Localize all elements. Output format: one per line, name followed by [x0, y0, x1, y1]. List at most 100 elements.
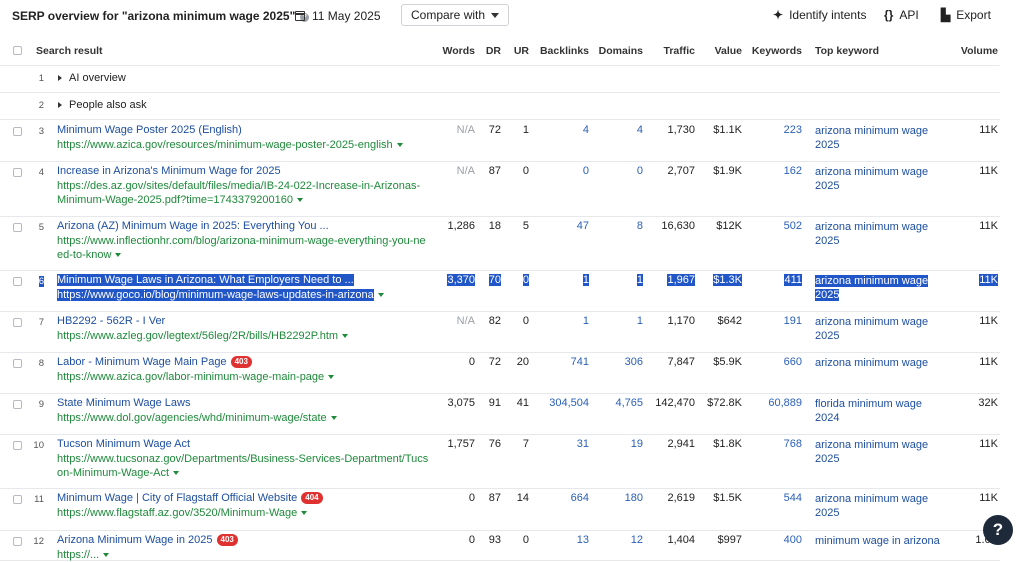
url-dropdown-icon[interactable] — [328, 375, 335, 379]
keywords-value[interactable]: 223 — [748, 124, 802, 136]
col-value[interactable]: Value — [700, 45, 742, 57]
expand-triangle-icon[interactable] — [58, 102, 62, 108]
result-url-link[interactable]: https://www.azica.gov/resources/minimum-… — [57, 138, 429, 152]
keywords-value[interactable]: 544 — [748, 492, 802, 504]
result-url-link[interactable]: https://des.az.gov/sites/default/files/m… — [57, 179, 429, 207]
domains-value[interactable]: 12 — [595, 534, 643, 546]
expand-triangle-icon[interactable] — [58, 75, 62, 81]
url-dropdown-icon[interactable] — [330, 416, 337, 420]
serp-feature-row[interactable]: 1 AI overview — [0, 65, 1000, 93]
result-title-link[interactable]: Arizona (AZ) Minimum Wage in 2025: Every… — [57, 220, 329, 232]
domains-value[interactable]: 180 — [595, 492, 643, 504]
select-all-checkbox[interactable] — [13, 46, 22, 55]
domains-value[interactable]: 4 — [595, 124, 643, 136]
row-checkbox[interactable] — [13, 400, 22, 409]
table-row[interactable]: 3 Minimum Wage Poster 2025 (English) https… — [0, 120, 1000, 162]
domains-value[interactable]: 1 — [595, 315, 643, 327]
col-dr[interactable]: DR — [480, 45, 501, 57]
backlinks-value[interactable]: 1 — [535, 315, 589, 327]
top-keyword-link[interactable]: arizona minimum wage — [815, 356, 940, 370]
keywords-value[interactable]: 191 — [748, 315, 802, 327]
api-button[interactable]: {} API — [884, 8, 919, 22]
row-checkbox[interactable] — [13, 127, 22, 136]
table-row[interactable]: 10 Tucson Minimum Wage Act https://www.tuc… — [0, 434, 1000, 489]
compare-with-button[interactable]: Compare with — [401, 4, 510, 26]
result-url-link[interactable]: https://www.azleg.gov/legtext/56leg/2R/b… — [57, 329, 429, 343]
domains-value[interactable]: 19 — [595, 438, 643, 450]
row-checkbox[interactable] — [13, 277, 22, 286]
result-title-link[interactable]: State Minimum Wage Laws — [57, 397, 190, 409]
result-url-link[interactable]: https://www.goco.io/blog/minimum-wage-la… — [57, 288, 429, 302]
domains-value[interactable]: 1 — [595, 274, 643, 286]
result-url-link[interactable]: https://www.dol.gov/agencies/whd/minimum… — [57, 411, 429, 425]
result-title-link[interactable]: Arizona Minimum Wage in 2025 403 — [57, 534, 238, 546]
keywords-value[interactable]: 502 — [748, 220, 802, 232]
backlinks-value[interactable]: 31 — [535, 438, 589, 450]
url-dropdown-icon[interactable] — [396, 143, 403, 147]
col-keywords[interactable]: Keywords — [748, 45, 802, 57]
row-checkbox[interactable] — [13, 495, 22, 504]
result-url-link[interactable]: https://www.tucsonaz.gov/Departments/Bus… — [57, 452, 429, 480]
result-title-link[interactable]: Minimum Wage Poster 2025 (English) — [57, 124, 242, 136]
result-url-link[interactable]: https://www.azica.gov/labor-minimum-wage… — [57, 370, 429, 384]
keywords-value[interactable]: 162 — [748, 165, 802, 177]
backlinks-value[interactable]: 47 — [535, 220, 589, 232]
top-keyword-link[interactable]: minimum wage in arizona — [815, 534, 940, 548]
col-search-result[interactable]: Search result — [36, 45, 103, 57]
table-row[interactable]: 6 Minimum Wage Laws in Arizona: What Empl… — [0, 270, 1000, 312]
backlinks-value[interactable]: 13 — [535, 534, 589, 546]
help-chat-button[interactable]: ? — [983, 515, 1013, 545]
result-title-link[interactable]: Tucson Minimum Wage Act — [57, 438, 190, 450]
row-checkbox[interactable] — [13, 537, 22, 546]
top-keyword-link[interactable]: arizona minimum wage 2025 — [815, 315, 940, 343]
top-keyword-link[interactable]: arizona minimum wage 2025 — [815, 274, 940, 302]
backlinks-value[interactable]: 1 — [535, 274, 589, 286]
top-keyword-link[interactable]: arizona minimum wage 2025 — [815, 492, 940, 520]
url-dropdown-icon[interactable] — [173, 471, 180, 475]
backlinks-value[interactable]: 4 — [535, 124, 589, 136]
row-checkbox[interactable] — [13, 223, 22, 232]
table-row[interactable]: 7 HB2292 - 562R - I Ver https://www.azleg.… — [0, 311, 1000, 353]
keywords-value[interactable]: 60,889 — [748, 397, 802, 409]
col-ur[interactable]: UR — [505, 45, 529, 57]
domains-value[interactable]: 306 — [595, 356, 643, 368]
backlinks-value[interactable]: 664 — [535, 492, 589, 504]
result-title-link[interactable]: Minimum Wage Laws in Arizona: What Emplo… — [57, 274, 354, 286]
table-row[interactable]: 12 Arizona Minimum Wage in 2025 403 https:/… — [0, 530, 1000, 561]
top-keyword-link[interactable]: florida minimum wage 2024 — [815, 397, 940, 425]
url-dropdown-icon[interactable] — [301, 511, 308, 515]
top-keyword-link[interactable]: arizona minimum wage 2025 — [815, 165, 940, 193]
top-keyword-link[interactable]: arizona minimum wage 2025 — [815, 124, 940, 152]
table-row[interactable]: 9 State Minimum Wage Laws https://www.dol.… — [0, 393, 1000, 435]
table-row[interactable]: 11 Minimum Wage | City of Flagstaff Offic… — [0, 488, 1000, 531]
row-checkbox[interactable] — [13, 441, 22, 450]
col-words[interactable]: Words — [420, 45, 475, 57]
keywords-value[interactable]: 768 — [748, 438, 802, 450]
col-volume[interactable]: Volume — [950, 45, 998, 57]
result-title-link[interactable]: Labor - Minimum Wage Main Page 403 — [57, 356, 252, 368]
col-top-keyword[interactable]: Top keyword — [815, 45, 879, 57]
col-traffic[interactable]: Traffic — [650, 45, 695, 57]
top-keyword-link[interactable]: arizona minimum wage 2025 — [815, 438, 940, 466]
table-row[interactable]: 4 Increase in Arizona's Minimum Wage for … — [0, 161, 1000, 217]
keywords-value[interactable]: 400 — [748, 534, 802, 546]
url-dropdown-icon[interactable] — [103, 553, 110, 557]
domains-value[interactable]: 0 — [595, 165, 643, 177]
col-backlinks[interactable]: Backlinks — [535, 45, 589, 57]
url-dropdown-icon[interactable] — [342, 334, 349, 338]
date-picker[interactable]: 11 May 2025 — [295, 9, 381, 23]
backlinks-value[interactable]: 741 — [535, 356, 589, 368]
row-checkbox[interactable] — [13, 359, 22, 368]
keywords-value[interactable]: 660 — [748, 356, 802, 368]
result-title-link[interactable]: HB2292 - 562R - I Ver — [57, 315, 165, 327]
row-checkbox[interactable] — [13, 168, 22, 177]
result-url-link[interactable]: https://www.inflectionhr.com/blog/arizon… — [57, 234, 429, 262]
table-row[interactable]: 5 Arizona (AZ) Minimum Wage in 2025: Ever… — [0, 216, 1000, 271]
identify-intents-button[interactable]: ✦ Identify intents — [773, 8, 866, 22]
result-url-link[interactable]: https://www.flagstaff.az.gov/3520/Minimu… — [57, 506, 429, 520]
domains-value[interactable]: 4,765 — [595, 397, 643, 409]
url-dropdown-icon[interactable] — [115, 253, 122, 257]
keywords-value[interactable]: 411 — [748, 274, 802, 286]
result-title-link[interactable]: Increase in Arizona's Minimum Wage for 2… — [57, 165, 281, 177]
backlinks-value[interactable]: 304,504 — [535, 397, 589, 409]
